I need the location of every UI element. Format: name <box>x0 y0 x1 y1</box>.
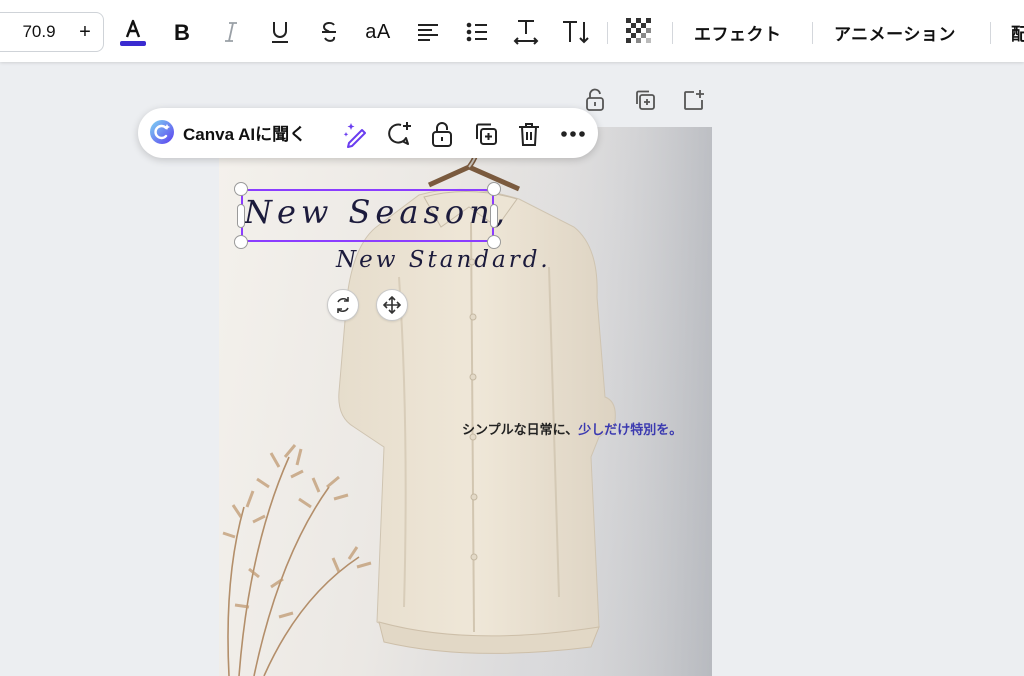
add-page-icon <box>684 90 704 110</box>
strikethrough-icon <box>322 21 336 42</box>
vertical-text-icon <box>563 21 589 44</box>
font-size-decrease-button[interactable]: - <box>0 21 11 44</box>
resize-handle-bottom-left[interactable] <box>234 235 248 249</box>
tagline-part-2: 少しだけ特別を。 <box>578 422 683 437</box>
transparency-checker-icon <box>626 18 651 43</box>
align-left-icon <box>418 24 438 41</box>
tagline-part-1: シンプルな日常に、 <box>462 422 579 437</box>
more-horizontal-icon <box>561 131 585 137</box>
italic-button[interactable] <box>216 12 246 52</box>
magic-edit-button[interactable] <box>342 120 370 148</box>
spacing-button[interactable] <box>510 12 542 52</box>
bullet-list-icon <box>466 22 487 42</box>
duplicate-icon <box>636 90 655 110</box>
font-size-increase-button[interactable]: + <box>67 21 103 44</box>
move-button[interactable] <box>376 289 408 321</box>
move-icon <box>383 296 401 314</box>
bold-button[interactable]: B <box>167 12 197 52</box>
element-context-menu: Canva AIに聞く <box>138 108 598 158</box>
toolbar-divider <box>812 22 813 44</box>
resize-handle-top-left[interactable] <box>234 182 248 196</box>
comment-add-icon <box>388 122 411 145</box>
tagline-text[interactable]: シンプルな日常に、少しだけ特別を。 <box>462 419 682 438</box>
unlock-icon <box>432 122 452 147</box>
resize-handle-right[interactable] <box>490 204 498 228</box>
resize-handle-left[interactable] <box>237 204 245 228</box>
svg-text:B: B <box>174 21 190 43</box>
resize-handle-bottom-right[interactable] <box>487 235 501 249</box>
duplicate-element-button[interactable] <box>472 120 500 148</box>
bold-icon: B <box>174 21 190 43</box>
vertical-text-button[interactable] <box>558 12 592 52</box>
text-color-icon <box>120 19 146 46</box>
ask-canva-ai-label: Canva AIに聞く <box>183 124 307 144</box>
underline-icon <box>272 22 288 43</box>
magic-pencil-icon <box>343 123 366 148</box>
unlock-icon <box>586 88 604 111</box>
trash-icon <box>519 123 539 146</box>
italic-icon <box>225 22 237 42</box>
text-selection-box[interactable] <box>241 189 494 242</box>
text-toolbar: - 70.9 + B aA <box>0 0 1024 62</box>
add-comment-button[interactable] <box>385 120 413 148</box>
lock-element-button[interactable] <box>428 120 456 148</box>
add-page-button[interactable] <box>682 88 706 117</box>
rotate-button[interactable] <box>327 289 359 321</box>
position-button[interactable]: 配 <box>1011 12 1024 52</box>
duplicate-icon <box>476 123 497 145</box>
align-button[interactable] <box>413 12 443 52</box>
animation-button[interactable]: アニメーション <box>834 12 956 52</box>
transparency-button[interactable] <box>624 12 656 52</box>
toolbar-divider <box>672 22 673 44</box>
text-color-button[interactable] <box>116 12 150 52</box>
underline-button[interactable] <box>265 12 295 52</box>
toolbar-divider <box>990 22 991 44</box>
rotate-icon <box>337 297 349 313</box>
letter-spacing-icon <box>513 20 539 45</box>
ask-canva-ai-button[interactable]: Canva AIに聞く <box>149 119 306 145</box>
subline-text[interactable]: New Standard. <box>336 247 551 273</box>
more-options-button[interactable] <box>559 120 587 148</box>
effects-button[interactable]: エフェクト <box>694 12 782 52</box>
delete-element-button[interactable] <box>515 120 543 148</box>
page-duplicate-button[interactable] <box>633 88 657 117</box>
font-size-value[interactable]: 70.9 <box>22 22 55 42</box>
canva-ai-icon <box>150 120 174 144</box>
toolbar-divider <box>607 22 608 44</box>
resize-handle-top-right[interactable] <box>487 182 501 196</box>
letter-case-button[interactable]: aA <box>360 12 396 52</box>
list-button[interactable] <box>462 12 492 52</box>
font-size-stepper[interactable]: - 70.9 + <box>0 12 104 52</box>
strikethrough-button[interactable] <box>314 12 344 52</box>
